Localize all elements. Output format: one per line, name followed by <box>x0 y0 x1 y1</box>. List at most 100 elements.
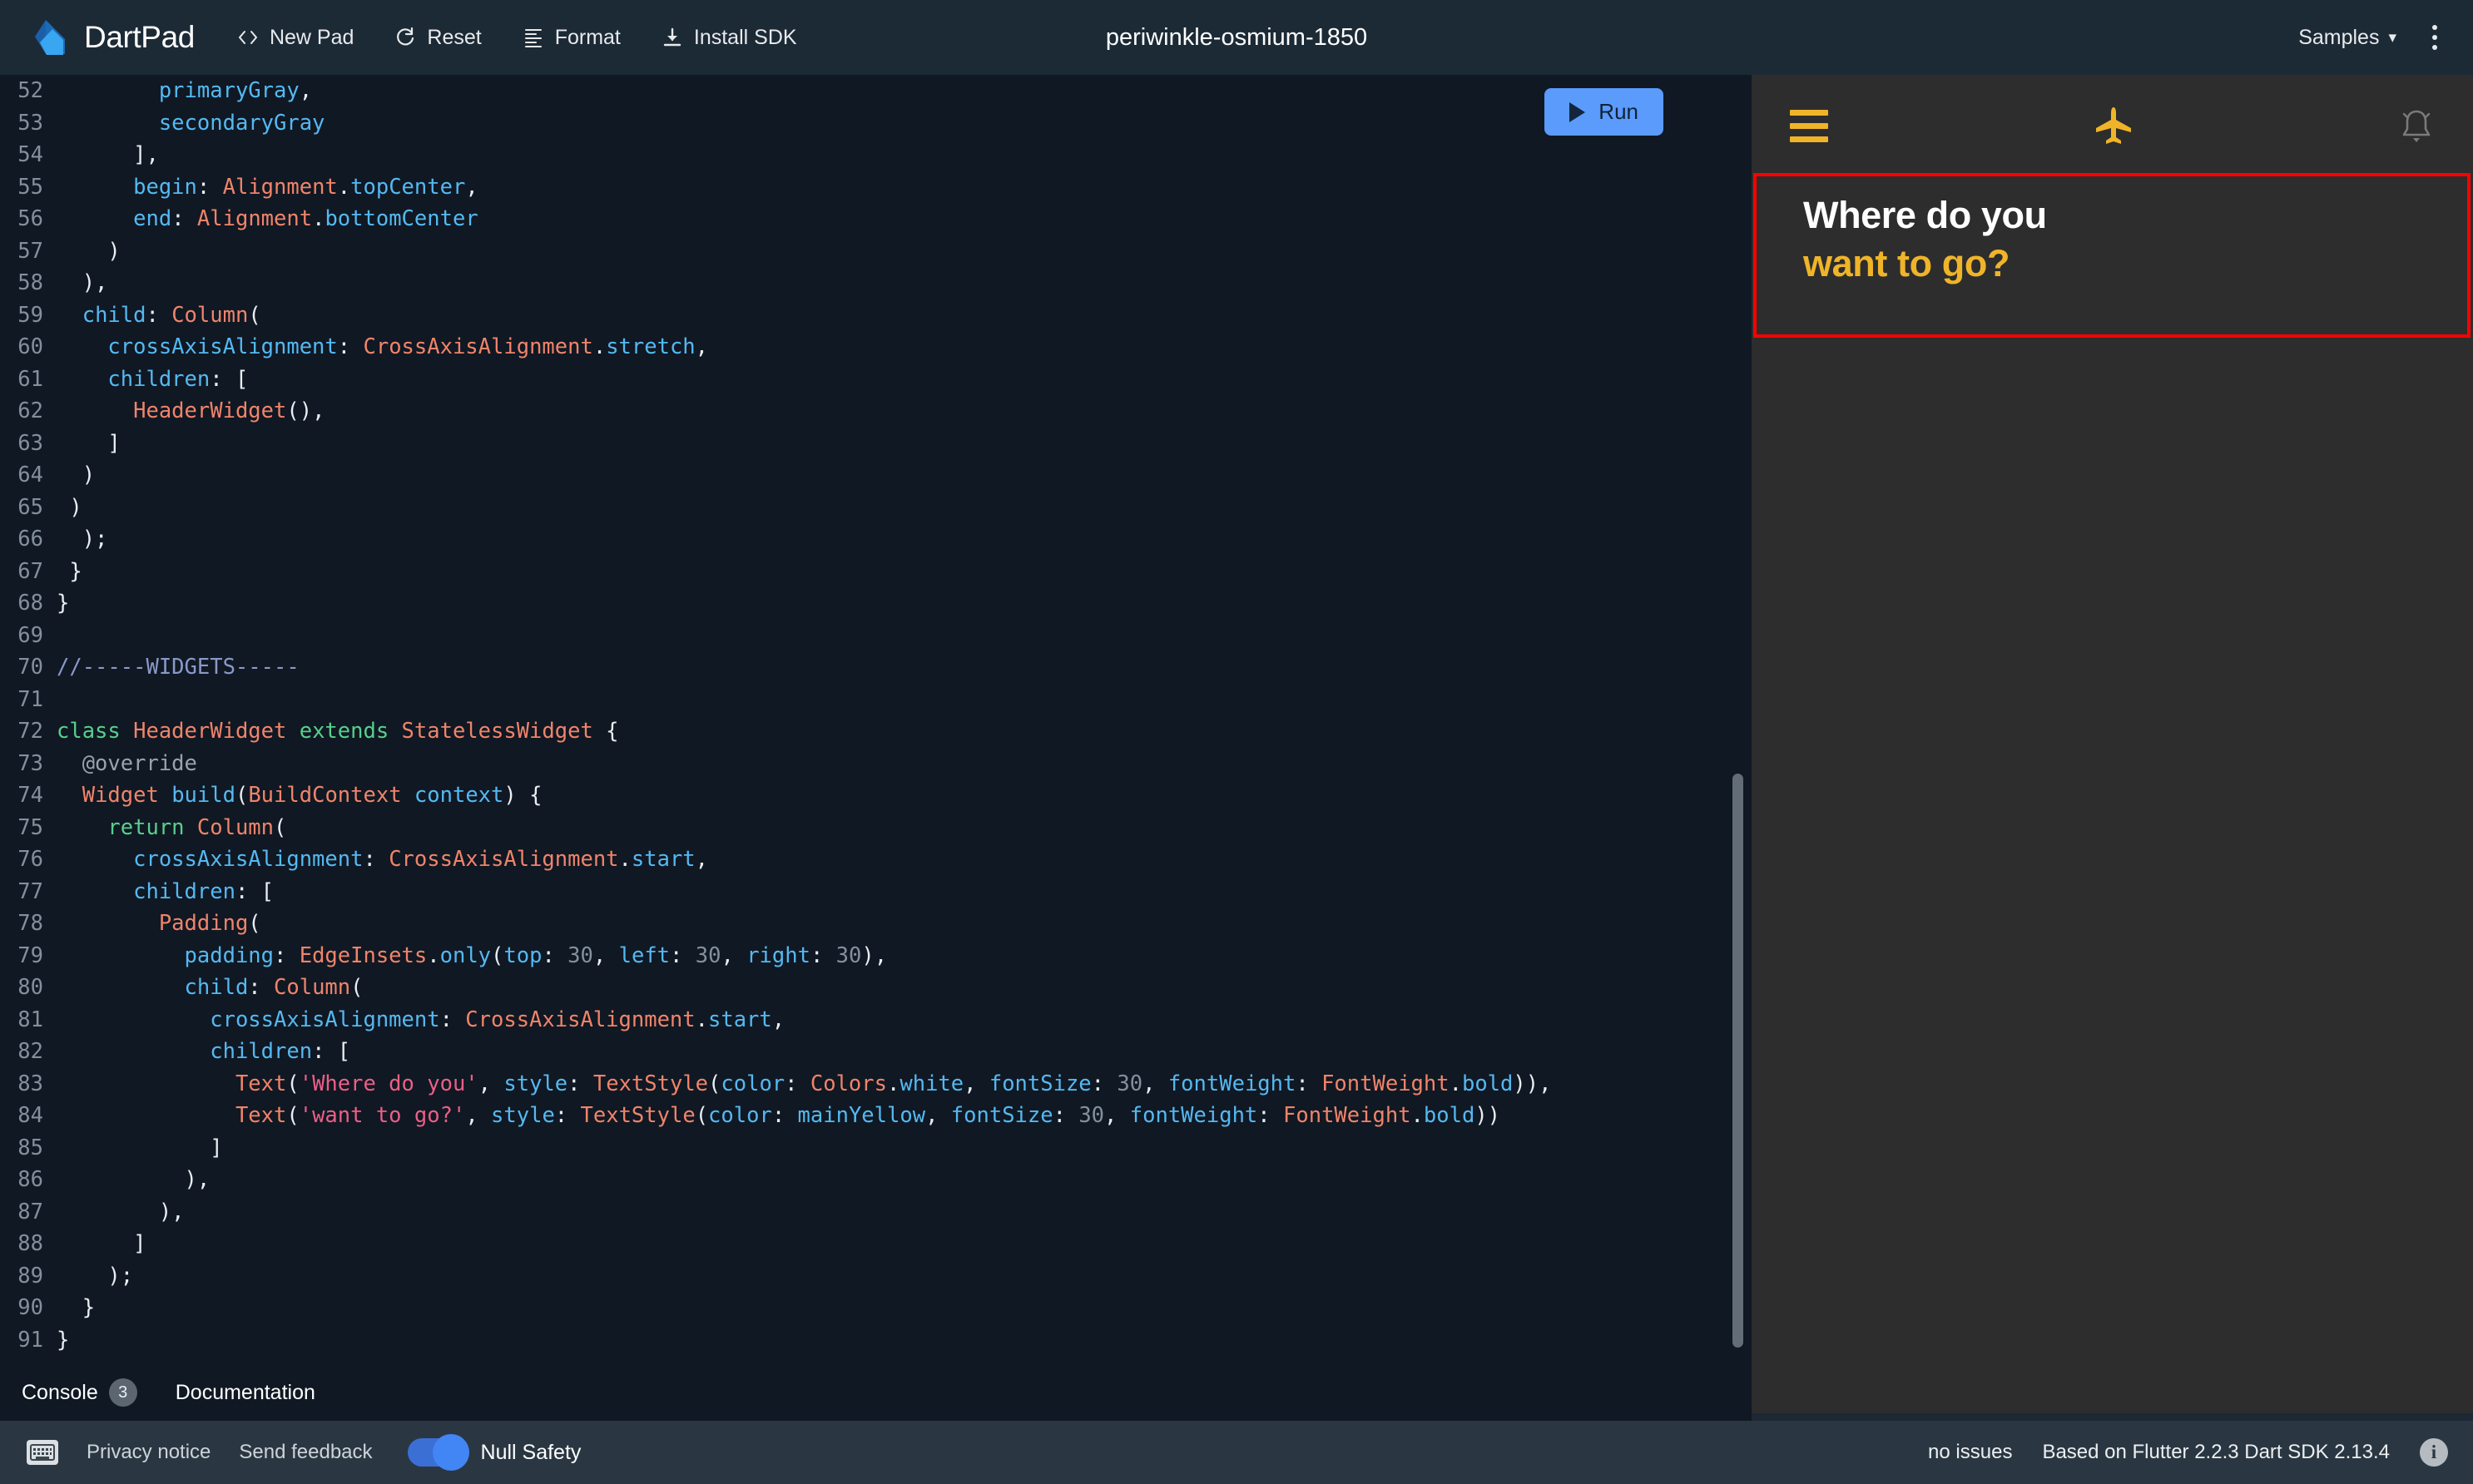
code-token: fontWeight <box>1129 1103 1258 1128</box>
samples-dropdown[interactable]: Samples ▾ <box>2298 26 2396 50</box>
code-line[interactable]: 67 } <box>0 556 1752 588</box>
code-line[interactable]: 86 ), <box>0 1164 1752 1196</box>
code-line[interactable]: 60 crossAxisAlignment: CrossAxisAlignmen… <box>0 331 1752 364</box>
code-token: begin <box>133 174 197 200</box>
code-token: ], <box>57 142 159 167</box>
code-line[interactable]: 57 ) <box>0 235 1752 268</box>
code-token: 30 <box>1078 1103 1105 1128</box>
code-line[interactable]: 62 HeaderWidget(), <box>0 395 1752 428</box>
tab-documentation[interactable]: Documentation <box>169 1376 322 1410</box>
code-line[interactable]: 61 children: [ <box>0 364 1752 396</box>
code-line[interactable]: 70 //-----WIDGETS----- <box>0 651 1752 684</box>
issues-status[interactable]: no issues <box>1928 1441 2012 1464</box>
code-line[interactable]: 74 Widget build(BuildContext context) { <box>0 779 1752 812</box>
code-token: { <box>592 719 619 744</box>
code-token: style <box>491 1103 555 1128</box>
code-line[interactable]: 52 primaryGray, <box>0 75 1752 107</box>
line-number: 57 <box>17 238 43 264</box>
code-line[interactable]: 65 ) <box>0 492 1752 524</box>
null-safety-toggle[interactable] <box>407 1434 469 1471</box>
bell-icon[interactable] <box>2398 106 2435 145</box>
code-line[interactable]: 91} <box>0 1324 1752 1357</box>
code-line[interactable]: 59 child: Column( <box>0 299 1752 332</box>
code-line[interactable]: 55 begin: Alignment.topCenter, <box>0 171 1752 204</box>
code-token: : <box>1091 1071 1118 1096</box>
new-pad-button[interactable]: New Pad <box>228 19 362 57</box>
code-token: padding <box>184 942 274 968</box>
line-number: 79 <box>17 942 43 968</box>
code-token: : <box>363 847 389 872</box>
code-line[interactable]: 64 ) <box>0 459 1752 492</box>
code-line[interactable]: 54 ], <box>0 139 1752 171</box>
code-token: , <box>925 1103 951 1128</box>
run-button[interactable]: Run <box>1544 88 1663 136</box>
code-line[interactable]: 83 Text('Where do you', style: TextStyle… <box>0 1068 1752 1101</box>
code-token: ( <box>350 975 364 1000</box>
install-sdk-button[interactable]: Install SDK <box>652 19 805 57</box>
code-token: ( <box>695 1103 709 1128</box>
code-line[interactable]: 72 class HeaderWidget extends StatelessWi… <box>0 715 1752 748</box>
format-button[interactable]: Format <box>513 19 629 57</box>
reset-button[interactable]: Reset <box>385 19 489 57</box>
keyboard-icon[interactable] <box>27 1440 58 1465</box>
line-number: 70 <box>17 655 43 680</box>
code-token: 'want to go?' <box>299 1103 466 1128</box>
code-line[interactable]: 88 ] <box>0 1228 1752 1260</box>
code-line[interactable]: 58 ), <box>0 267 1752 299</box>
code-line[interactable]: 87 ), <box>0 1196 1752 1229</box>
code-line[interactable]: 80 child: Column( <box>0 972 1752 1004</box>
code-line[interactable]: 63 ] <box>0 428 1752 460</box>
kebab-menu-icon[interactable] <box>2418 17 2451 57</box>
code-token: Colors <box>810 1071 887 1096</box>
editor-scrollbar-thumb[interactable] <box>1732 774 1743 1348</box>
code-line[interactable]: 66 ); <box>0 523 1752 556</box>
code-line[interactable]: 85 ] <box>0 1132 1752 1165</box>
code-line[interactable]: 77 children: [ <box>0 876 1752 908</box>
info-icon[interactable]: i <box>2420 1438 2448 1467</box>
editor-scrollbar[interactable] <box>1730 75 1745 1364</box>
code-line[interactable]: 79 padding: EdgeInsets.only(top: 30, lef… <box>0 940 1752 972</box>
send-feedback-link[interactable]: Send feedback <box>239 1441 372 1464</box>
code-line[interactable]: 78 Padding( <box>0 908 1752 940</box>
code-token: ] <box>57 1231 146 1256</box>
code-line[interactable]: 90 } <box>0 1292 1752 1324</box>
code-line[interactable]: 82 children: [ <box>0 1036 1752 1068</box>
code-token: white <box>899 1071 964 1096</box>
code-token: : <box>1296 1071 1322 1096</box>
code-line[interactable]: 84 Text('want to go?', style: TextStyle(… <box>0 1100 1752 1132</box>
privacy-notice-link[interactable]: Privacy notice <box>87 1441 211 1464</box>
hamburger-menu-icon[interactable] <box>1790 109 1828 142</box>
code-token: CrossAxisAlignment <box>363 334 593 359</box>
tab-console-label: Console <box>22 1380 98 1404</box>
code-token: , <box>964 1071 989 1096</box>
line-number: 58 <box>17 270 43 295</box>
code-line[interactable]: 56 end: Alignment.bottomCenter <box>0 203 1752 235</box>
code-line[interactable]: 69 <box>0 620 1752 652</box>
line-number: 53 <box>17 110 43 136</box>
code-line[interactable]: 68} <box>0 587 1752 620</box>
code-line[interactable]: 75 return Column( <box>0 812 1752 844</box>
code-editor-pane[interactable]: 52 primaryGray, 53 secondaryGray 54 ], 55 b… <box>0 75 1752 1364</box>
code-token: top <box>503 942 543 968</box>
code-line[interactable]: 89 ); <box>0 1260 1752 1293</box>
code-line[interactable]: 76 crossAxisAlignment: CrossAxisAlignmen… <box>0 843 1752 876</box>
code-token: Alignment <box>222 174 338 200</box>
code-token: mainYellow <box>797 1103 926 1128</box>
tab-console[interactable]: Console 3 <box>15 1373 144 1412</box>
code-content[interactable]: 52 primaryGray, 53 secondaryGray 54 ], 55 b… <box>0 75 1752 1364</box>
code-line[interactable]: 73 @override <box>0 748 1752 780</box>
code-token: Column <box>274 975 351 1000</box>
refresh-icon <box>394 26 417 49</box>
line-number: 81 <box>17 1007 43 1032</box>
code-line[interactable]: 53 secondaryGray <box>0 107 1752 140</box>
code-line[interactable]: 71 <box>0 684 1752 716</box>
code-line[interactable]: 81 crossAxisAlignment: CrossAxisAlignmen… <box>0 1004 1752 1036</box>
run-label: Run <box>1598 99 1638 124</box>
